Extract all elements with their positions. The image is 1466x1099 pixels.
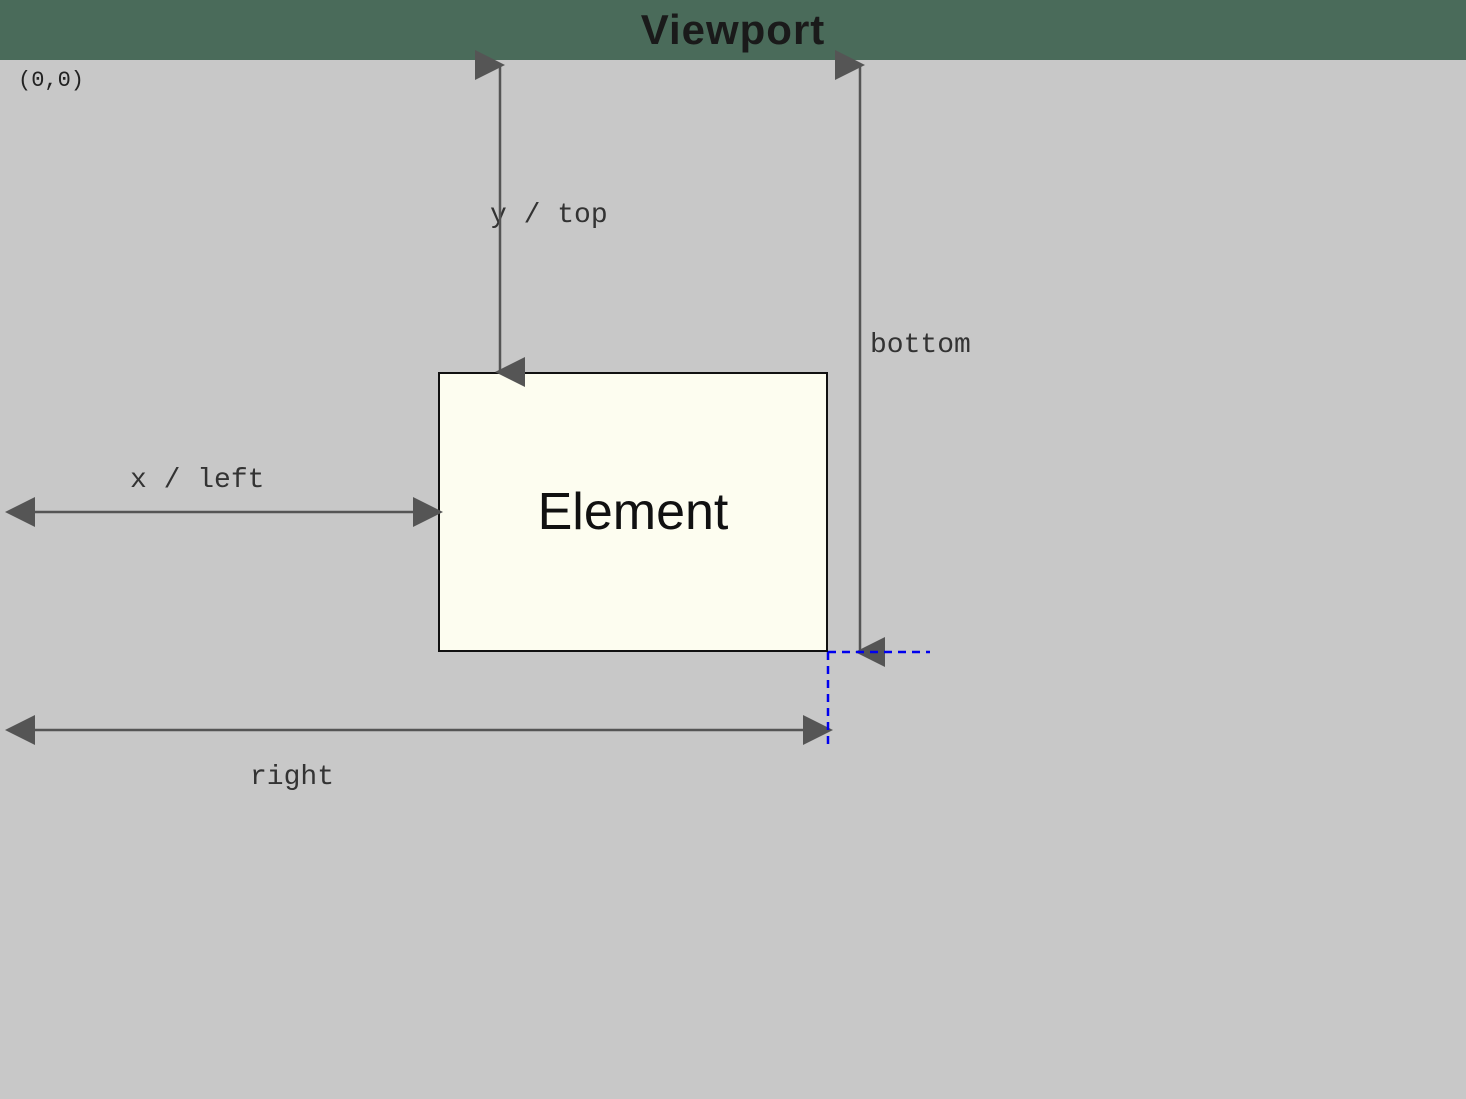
origin-label: (0,0) bbox=[18, 68, 84, 93]
label-x-left: x / left bbox=[130, 465, 264, 496]
viewport-title: Viewport bbox=[641, 6, 826, 54]
label-y-top: y / top bbox=[490, 200, 608, 231]
element-box: Element bbox=[438, 372, 828, 652]
viewport-header: Viewport bbox=[0, 0, 1466, 60]
label-bottom: bottom bbox=[870, 330, 971, 361]
label-right: right bbox=[250, 762, 334, 793]
element-label: Element bbox=[538, 482, 729, 542]
